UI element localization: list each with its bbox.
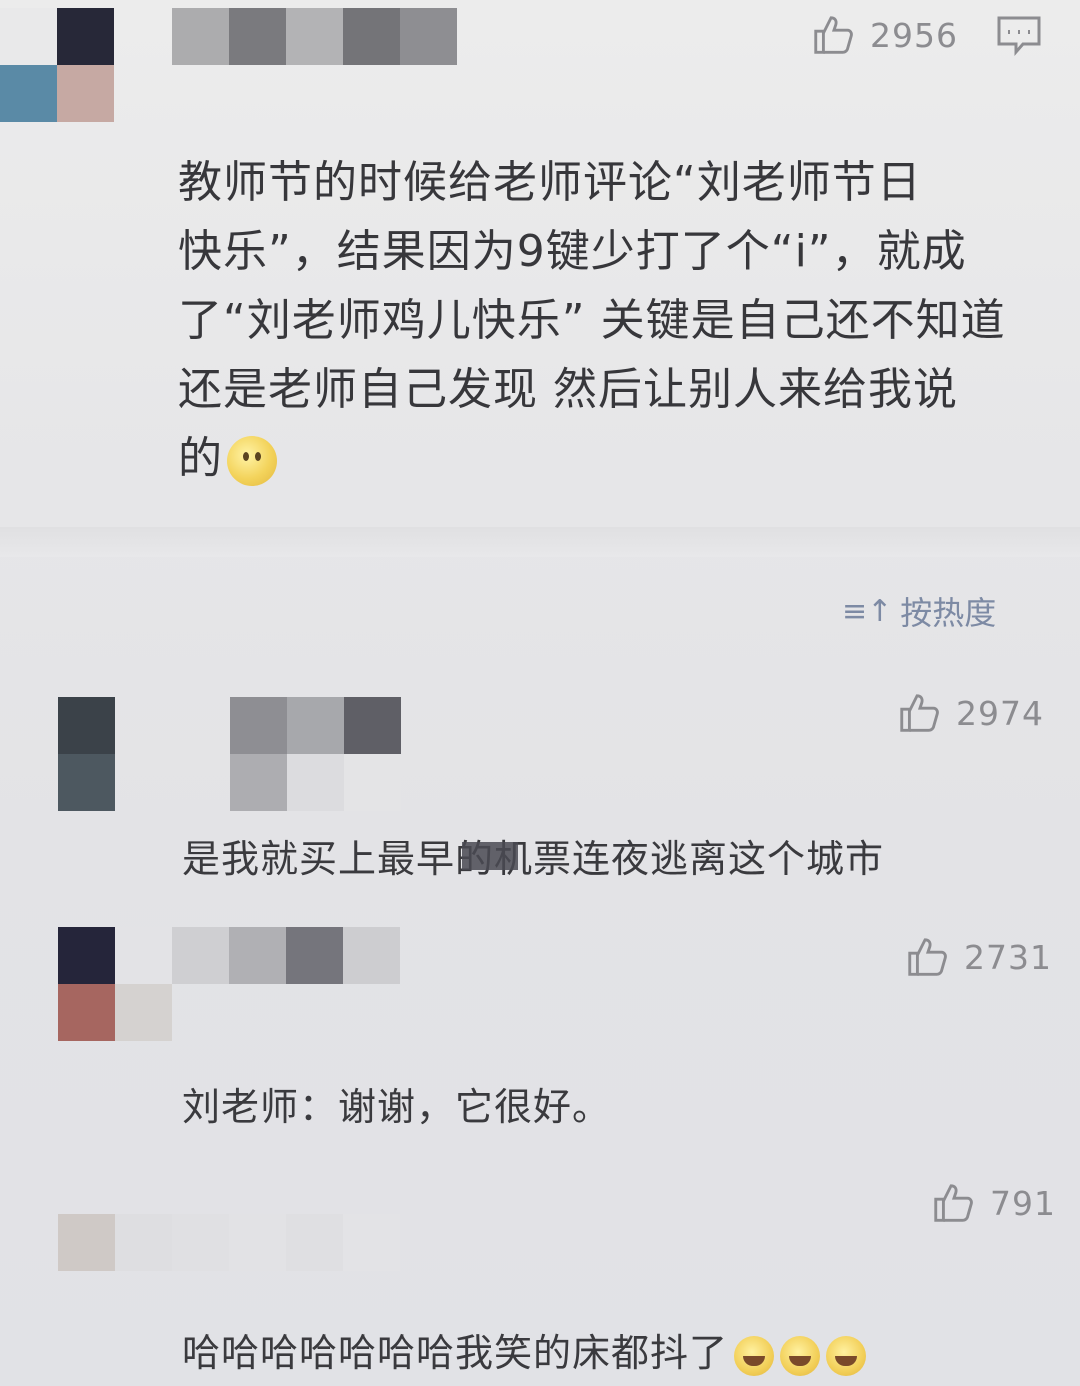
reply-like[interactable]: 2974 (896, 690, 1044, 736)
top-comment-username-pixelated[interactable] (172, 8, 457, 65)
reply-like[interactable]: 791 (930, 1180, 1056, 1226)
redaction-smudge (462, 842, 518, 870)
reply-like-count: 791 (990, 1183, 1056, 1223)
comment-screen: 2956 教师节的时候给老师评论“刘老师节日 快乐”，结果因为9键少打了个“i”… (0, 0, 1080, 1386)
reply-text: 哈哈哈哈哈哈哈我笑的床都抖了 (182, 1322, 867, 1377)
top-comment-text: 教师节的时候给老师评论“刘老师节日 快乐”，结果因为9键少打了个“i”，就成 了… (178, 148, 1058, 493)
top-comment-line: 还是老师自己发现 然后让别人来给我说 (178, 364, 958, 415)
thumbs-up-icon (900, 694, 939, 732)
reply-username-pixelated[interactable] (230, 697, 401, 811)
sort-icon: ≡↑ (842, 593, 893, 629)
reply-like-count: 2974 (956, 693, 1044, 733)
top-comment-line: 快乐”，结果因为9键少打了个“i”，就成 (178, 226, 967, 277)
sort-label: 按热度 (900, 594, 997, 632)
smiling-face-emoji-icon (227, 436, 277, 486)
reply-username-pixelated[interactable] (172, 1214, 400, 1271)
reply-text: 是我就买上最早的机票连夜逃离这个城市 (182, 837, 885, 881)
reply-avatar-pixelated[interactable] (58, 697, 115, 811)
thumbs-up-icon (934, 1184, 973, 1222)
thumbs-up-icon (814, 16, 853, 54)
top-comment-line: 教师节的时候给老师评论“刘老师节日 (178, 157, 922, 208)
reply-text-content: 哈哈哈哈哈哈哈我笑的床都抖了 (182, 1331, 729, 1375)
reply-text: 刘老师：谢谢，它很好。 (182, 1085, 612, 1129)
reply-like-count: 2731 (964, 937, 1052, 977)
reply-avatar-pixelated[interactable] (58, 927, 172, 1041)
reply-like[interactable]: 2731 (904, 934, 1052, 980)
sort-by-hot-button[interactable]: ≡↑ 按热度 (842, 588, 996, 634)
top-comment-avatar-pixelated[interactable] (0, 8, 114, 122)
top-comment-last-line: 的 (178, 424, 1058, 493)
top-comment-like-count: 2956 (870, 15, 958, 55)
laughing-emoji-icon (734, 1335, 775, 1376)
laughing-emoji-icon (826, 1335, 867, 1376)
reply-username-pixelated[interactable] (172, 927, 400, 984)
thumbs-up-icon (908, 938, 947, 976)
reply-avatar-pixelated[interactable] (58, 1214, 172, 1271)
top-comment-like[interactable]: 2956 (810, 12, 958, 58)
top-comment-line: 的 (178, 433, 223, 484)
comment-icon[interactable] (996, 14, 1042, 56)
laughing-emoji-icon (780, 1335, 821, 1376)
section-divider (0, 527, 1080, 557)
top-comment-line: 了“刘老师鸡儿快乐” 关键是自己还不知道 (178, 295, 1006, 346)
